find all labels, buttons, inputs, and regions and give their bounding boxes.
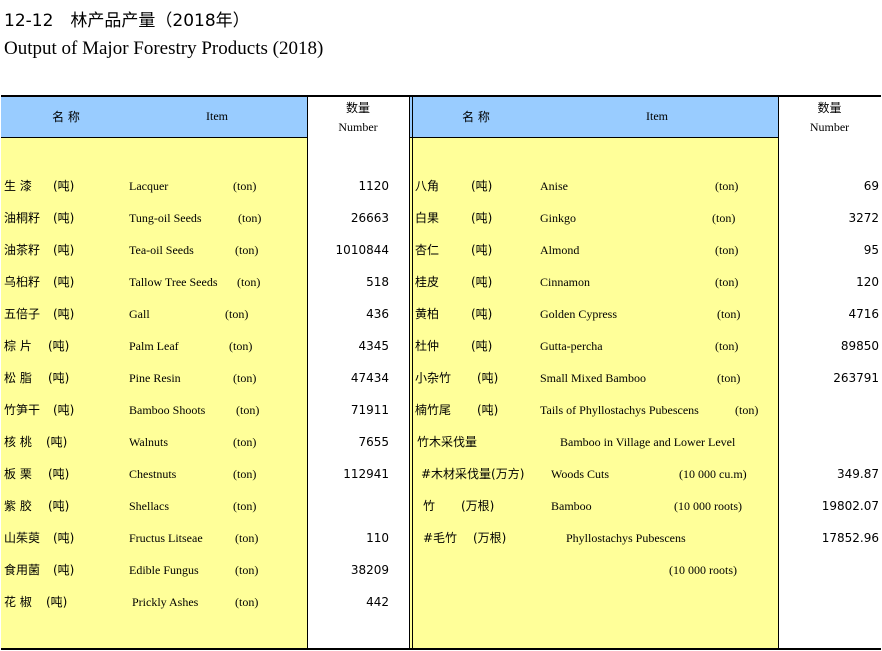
table-title-en: Output of Major Forestry Products (2018) — [4, 38, 324, 59]
row-value: 95 — [863, 243, 879, 257]
row-unit-en: (ton) — [712, 211, 736, 225]
row-value: 4716 — [848, 307, 879, 321]
row-name-cn: 白果 — [415, 211, 440, 225]
table-row: (10 000 roots) — [1, 560, 881, 580]
row-name-cn: 八角 — [415, 179, 440, 193]
row-name-cn: 小杂竹 — [415, 371, 452, 385]
table-row: #木材采伐量(万方) Woods Cuts (10 000 cu.m) 349.… — [1, 464, 881, 484]
header-number-en-right: Number — [809, 120, 850, 134]
row-name-cn: #木材采伐量(万方) — [421, 467, 525, 481]
row-unit-en: (ton) — [715, 179, 739, 193]
row-unit-en: (10 000 roots) — [674, 499, 742, 513]
row-unit-cn: (吨) — [471, 275, 493, 289]
table-title-cn: 12-12 林产品产量（2018年） — [4, 11, 250, 31]
row-unit-cn: (吨) — [471, 339, 493, 353]
row-unit-cn: (万根) — [461, 499, 495, 513]
row-unit-cn: (吨) — [471, 243, 493, 257]
row-name-en: Ginkgo — [540, 211, 576, 225]
table-row: 楠竹尾 (吨) Tails of Phyllostachys Pubescens… — [1, 400, 881, 420]
row-value: 19802.07 — [821, 499, 879, 513]
header-name-cn-left: 名 称 — [52, 110, 80, 124]
row-name-cn: #毛竹 — [423, 531, 458, 545]
header-item-en-right: Item — [646, 109, 668, 123]
table-row: 竹木采伐量 Bamboo in Village and Lower Level — [1, 432, 881, 452]
table-row: 花 椒 (吨) Prickly Ashes (ton) 442 — [1, 592, 881, 612]
row-unit-en: (ton) — [235, 595, 259, 609]
table-row: 白果 (吨) Ginkgo (ton) 3272 — [1, 208, 881, 228]
row-name-en: Phyllostachys Pubescens — [566, 531, 686, 545]
row-value: 69 — [863, 179, 879, 193]
row-unit-cn: (万根) — [473, 531, 507, 545]
row-name-en: Gutta-percha — [540, 339, 603, 353]
row-name-en: Bamboo — [551, 499, 592, 513]
row-unit-en: (ton) — [715, 275, 739, 289]
table-row: 黄柏 (吨) Golden Cypress (ton) 4716 — [1, 304, 881, 324]
row-name-cn: 黄柏 — [415, 307, 440, 321]
row-value: 120 — [856, 275, 879, 289]
row-value: 3272 — [848, 211, 879, 225]
row-unit-en: (ton) — [715, 339, 739, 353]
row-name-en: Almond — [540, 243, 580, 257]
table-row: 杜仲 (吨) Gutta-percha (ton) 89850 — [1, 336, 881, 356]
row-unit-cn: (吨) — [471, 307, 493, 321]
row-name-en: Bamboo in Village and Lower Level — [560, 435, 736, 449]
bottom-rule — [1, 648, 881, 650]
row-unit-cn: (吨) — [477, 371, 499, 385]
table-row: 杏仁 (吨) Almond (ton) 95 — [1, 240, 881, 260]
row-unit-en: (10 000 cu.m) — [679, 467, 747, 481]
header-number-cn-left: 数量 — [345, 101, 370, 115]
row-value: 442 — [366, 595, 389, 609]
header-name-cn-right: 名 称 — [462, 110, 490, 124]
row-value: 263791 — [833, 371, 879, 385]
table-header — [1, 97, 881, 138]
row-value: 17852.96 — [821, 531, 879, 545]
top-rule — [1, 95, 881, 97]
header-number-en-left: Number — [338, 120, 378, 134]
row-unit-en: (ton) — [735, 403, 759, 417]
header-item-en-left: Item — [206, 109, 228, 123]
forestry-output-table: 名 称 Item 数量 Number 名 称 Item 数量 Number 生 … — [1, 95, 881, 650]
row-name-cn: 竹 — [423, 499, 436, 513]
row-name-cn: 杏仁 — [415, 243, 440, 257]
row-unit-en: (ton) — [717, 371, 741, 385]
table-row: 桂皮 (吨) Cinnamon (ton) 120 — [1, 272, 881, 292]
row-unit-cn: (吨) — [477, 403, 499, 417]
row-name-cn: 桂皮 — [415, 275, 440, 289]
row-name-en: Small Mixed Bamboo — [540, 371, 646, 385]
row-unit-cn: (吨) — [471, 211, 493, 225]
row-unit-cn: (吨) — [471, 179, 493, 193]
row-name-en: Prickly Ashes — [132, 595, 199, 609]
row-name-en: Woods Cuts — [551, 467, 610, 481]
row-value: 89850 — [840, 339, 879, 353]
table-row: 八角 (吨) Anise (ton) 69 — [1, 176, 881, 196]
row-name-cn: 花 椒 — [4, 595, 32, 609]
row-name-en: Tails of Phyllostachys Pubescens — [540, 403, 699, 417]
table-row: #毛竹 (万根) Phyllostachys Pubescens 17852.9… — [1, 528, 881, 548]
row-name-en: Anise — [540, 179, 568, 193]
table-row: 竹 (万根) Bamboo (10 000 roots) 19802.07 — [1, 496, 881, 516]
row-name-cn: 楠竹尾 — [415, 403, 452, 417]
row-name-cn: 杜仲 — [415, 339, 440, 353]
row-unit-en: (ton) — [715, 243, 739, 257]
row-unit-cn: (吨) — [46, 595, 68, 609]
row-name-cn: 竹木采伐量 — [417, 435, 478, 449]
header-number-cn-right: 数量 — [817, 101, 842, 115]
row-name-en: Cinnamon — [540, 275, 590, 289]
row-value: 349.87 — [837, 467, 879, 481]
row-unit-en: (ton) — [717, 307, 741, 321]
row-name-en: Golden Cypress — [540, 307, 617, 321]
row-unit-en: (10 000 roots) — [669, 563, 737, 577]
table-row: 小杂竹 (吨) Small Mixed Bamboo (ton) 263791 — [1, 368, 881, 388]
